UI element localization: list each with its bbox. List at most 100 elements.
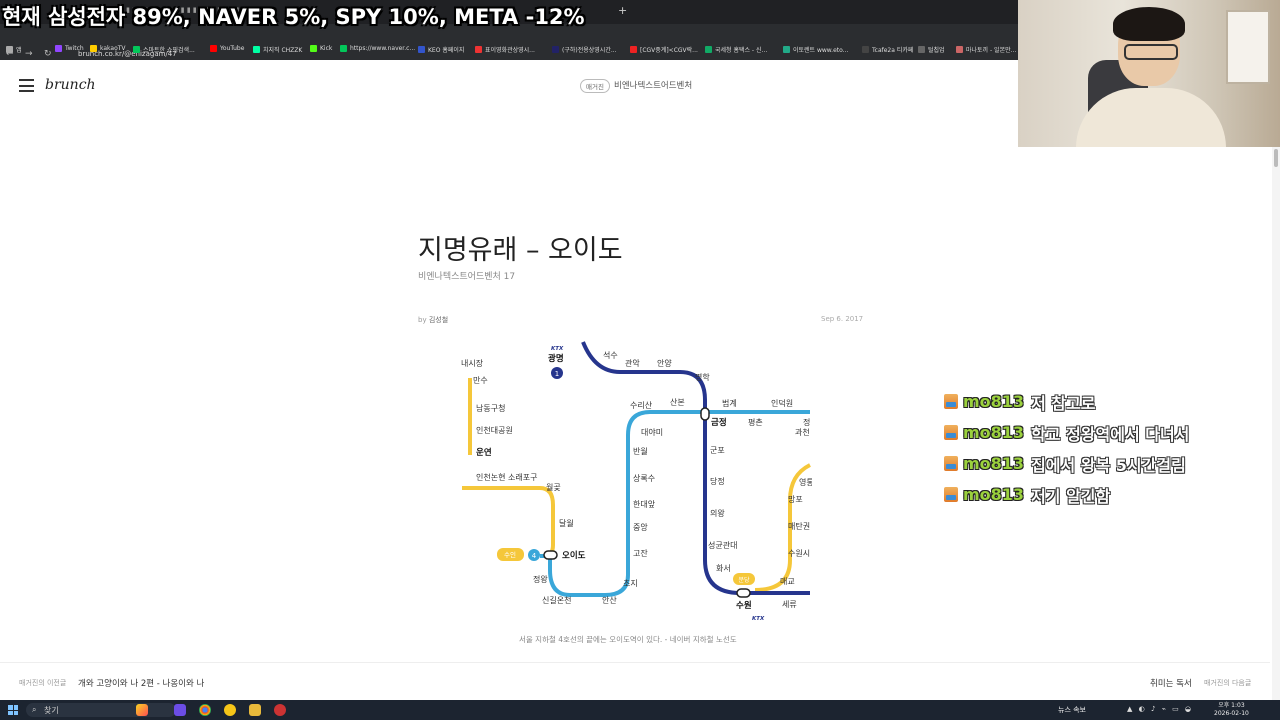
chat-badge-icon — [944, 425, 958, 440]
webcam-person-glasses — [1124, 44, 1178, 60]
file-explorer-icon[interactable] — [249, 704, 261, 716]
station-label: 대야미 — [641, 427, 663, 437]
station-label: 수리산 — [630, 400, 653, 410]
station-label: 세류 — [782, 600, 797, 609]
bookmark-item[interactable]: 스마트한 쇼핑검색... — [133, 45, 195, 54]
chat-badge-icon — [944, 487, 958, 502]
magazine-name[interactable]: 비엔나텍스트어드벤처 — [614, 79, 692, 91]
station-label: 안양 — [657, 358, 672, 368]
article-title: 지명유래 – 오이도 — [418, 235, 623, 266]
chat-message: mo813 학교 정왕역에서 다녀서 — [944, 417, 1189, 448]
page-scrollbar[interactable] — [1272, 147, 1280, 700]
station-label: 매탄권 — [788, 521, 810, 531]
bookmarks-bar: 앱 Twitch kakaoTV 스마트한 쇼핑검색... YouTube 치지… — [0, 43, 1018, 57]
bookmark-item[interactable]: KEO 홈페이지 — [418, 45, 464, 54]
station-label: 오이도 — [562, 550, 586, 561]
station-label: 군포 — [710, 446, 725, 455]
next-article-label: 매거진의 다음글 — [1204, 679, 1252, 687]
bookmark-item[interactable]: 털칩업 — [918, 45, 945, 54]
line4-badge-text: 4 — [532, 552, 537, 560]
prev-article-label: 매거진의 이전글 — [19, 679, 67, 687]
station-label: 중앙 — [633, 522, 648, 532]
chat-text: 저기 알긴함 — [1031, 486, 1111, 506]
line1-badge-text: 1 — [555, 370, 559, 378]
search-icon: ⌕ — [32, 705, 37, 714]
station-label: 소래포구 — [508, 473, 537, 482]
image-caption: 서울 지하철 4호선의 끝에는 오이도역이 있다. - 네이버 지하철 노선도 — [519, 635, 737, 644]
station-label: 화서 — [716, 564, 731, 573]
station-label: 내시장 — [461, 358, 484, 368]
clock-time: 오후 1:03 — [1218, 702, 1245, 709]
article-subtitle[interactable]: 비엔나텍스트어드벤처 17 — [418, 269, 515, 282]
brunch-logo[interactable]: brunch — [45, 77, 96, 93]
taskbar-search[interactable]: ⌕ 찾기 — [26, 703, 176, 717]
chat-username: mo813 — [963, 392, 1025, 411]
station-label: 망포 — [788, 494, 803, 504]
station-label: 운연 — [476, 447, 492, 458]
chat-badge-icon — [944, 394, 958, 409]
app-icon[interactable] — [224, 704, 236, 716]
station-label: 수원시 — [788, 549, 810, 558]
magazine-tag: 매거진 — [580, 79, 610, 93]
scrollbar-thumb[interactable] — [1274, 149, 1278, 167]
bookmark-item[interactable]: 치지직 CHZZK — [253, 45, 302, 54]
system-tray-icons[interactable]: ▲ ◐ ♪ ⌁ ▭ ◒ — [1127, 705, 1193, 713]
news-widget[interactable]: 뉴스 속보 — [1058, 705, 1086, 715]
station-label: 인천논현 — [476, 472, 505, 482]
transfer-suwon — [736, 588, 751, 598]
prev-article-link[interactable]: 개와 고양이와 나 2편 - 나옹이와 나 — [78, 677, 204, 689]
station-label: 명학 — [695, 372, 710, 382]
bookmark-item[interactable]: 앱 — [6, 45, 22, 54]
ktx-label-2: KTX — [752, 616, 765, 622]
station-label: 의왕 — [710, 508, 725, 518]
byline: by 김성철 — [418, 315, 448, 325]
bookmark-item[interactable]: Tcafe2a 티카페 — [862, 45, 913, 54]
station-label: 금정 — [711, 417, 727, 428]
copilot-icon[interactable] — [136, 704, 148, 716]
chat-username: mo813 — [963, 454, 1025, 473]
chat-overlay: mo813 저 참고로 mo813 학교 정왕역에서 다녀서 mo813 집에서… — [944, 386, 1189, 510]
bookmark-item[interactable]: [CGV중계]<CGV락... — [630, 45, 698, 54]
new-tab-button[interactable]: + — [618, 4, 627, 17]
bookmark-item[interactable]: 표이영화관상영시... — [475, 45, 535, 54]
byline-prefix: by — [418, 316, 427, 324]
publish-date: Sep 6. 2017 — [821, 315, 864, 323]
station-label: 반월 — [633, 446, 648, 456]
bookmark-item[interactable]: (구하)전용상영시간... — [552, 45, 617, 54]
station-label: 정왕 — [533, 574, 548, 584]
next-article-link[interactable]: 취미는 독서 — [1150, 677, 1192, 689]
windows-taskbar: ⌕ 찾기 뉴스 속보 ▲ ◐ ♪ ⌁ ▭ ◒ 오후 1:03 2026-02-1… — [0, 700, 1280, 720]
bookmark-item[interactable]: YouTube — [210, 45, 244, 52]
station-label: 관악 — [625, 358, 640, 368]
subway-map: .lbl { font-family:"DejaVu Sans", sans-s… — [461, 341, 812, 622]
windows-start-icon[interactable] — [8, 705, 18, 715]
chrome-icon[interactable] — [199, 704, 211, 716]
station-label: 한대앞 — [633, 499, 656, 509]
suin-badge-text: 수인 — [504, 550, 516, 559]
chat-text: 집에서 왕복 5시간걸림 — [1031, 455, 1186, 475]
station-label: 평촌 — [748, 417, 763, 427]
author-link[interactable]: 김성철 — [429, 316, 448, 324]
bookmark-item[interactable]: 마나토끼 - 일본만... — [956, 45, 1016, 54]
bookmark-item[interactable]: Kick — [310, 45, 332, 52]
station-label: 범계 — [722, 398, 737, 408]
obs-icon[interactable] — [274, 704, 286, 716]
suin-line-2 — [462, 486, 555, 558]
stream-overlay-title: 현재 삼성전자 89%, NAVER 5%, SPY 10%, META -12… — [2, 5, 585, 29]
line4-track — [548, 410, 705, 597]
webcam-person-hair — [1113, 7, 1185, 41]
station-label: 월곶 — [546, 482, 561, 492]
menu-icon[interactable] — [19, 79, 34, 92]
station-label: 남동구청 — [476, 404, 505, 413]
bookmark-item[interactable]: 국세청 홈택스 - 신... — [705, 45, 767, 54]
chat-message: mo813 집에서 왕복 5시간걸림 — [944, 448, 1189, 479]
bookmark-item[interactable]: kakaoTV — [90, 45, 126, 52]
taskbar-clock[interactable]: 오후 1:03 2026-02-10 — [1214, 702, 1249, 718]
taskbar-search-label: 찾기 — [44, 706, 59, 715]
bookmark-item[interactable]: 이토렌트 www.eto... — [783, 45, 848, 54]
app-icon[interactable] — [174, 704, 186, 716]
bookmark-item[interactable]: Twitch — [55, 45, 84, 52]
station-label: 당정 — [710, 476, 725, 486]
bookmark-item[interactable]: https://www.naver.c... — [340, 45, 415, 52]
station-label: 과천 — [795, 427, 810, 437]
